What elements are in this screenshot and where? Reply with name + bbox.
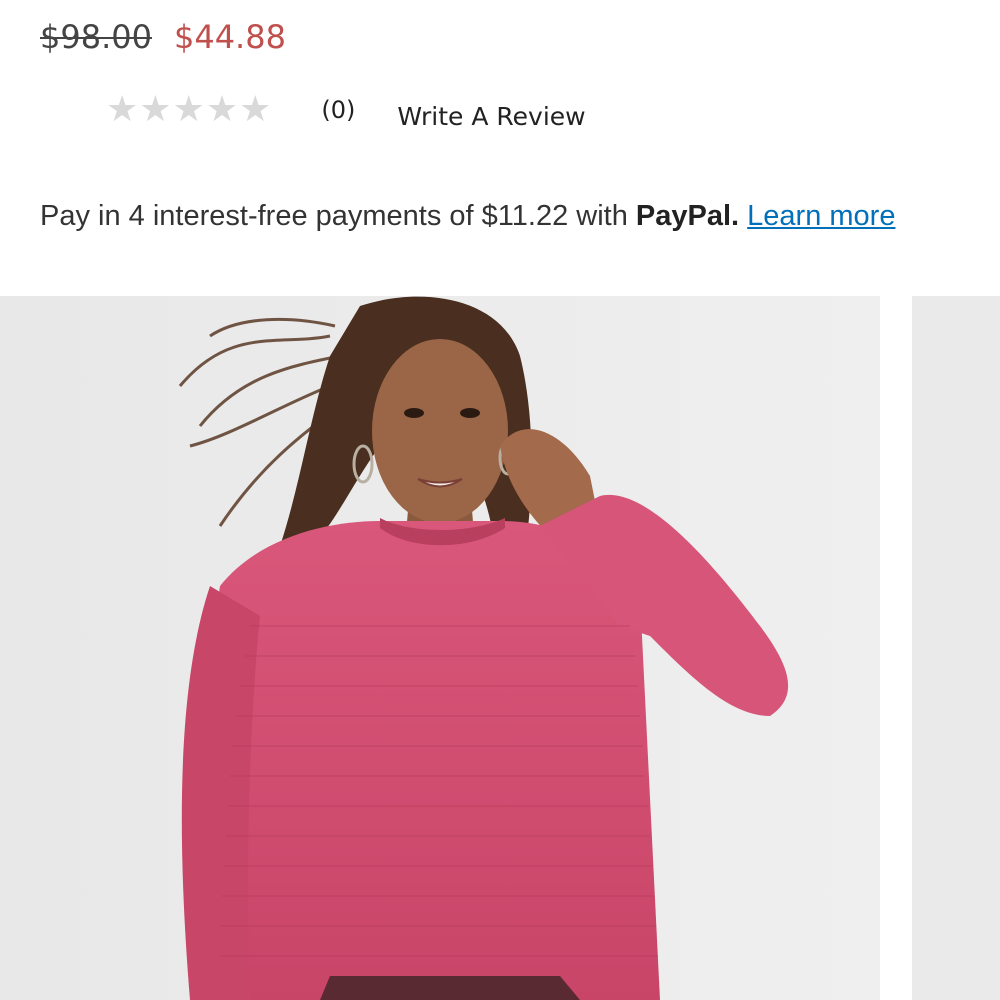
star-icon: ★ xyxy=(239,89,272,130)
model-photo xyxy=(0,296,880,1000)
paypal-message: Pay in 4 interest-free payments of $11.2… xyxy=(40,200,895,233)
original-price: $98.00 xyxy=(40,18,152,56)
star-rating: ★ ★ ★ ★ ★ xyxy=(106,90,271,130)
star-icon: ★ xyxy=(172,89,205,130)
paypal-text: Pay in 4 interest-free payments of $11.2… xyxy=(40,200,628,232)
skirt xyxy=(320,976,580,1000)
eye xyxy=(404,408,424,418)
sweater xyxy=(190,521,660,1000)
price-row: $98.00 $44.88 xyxy=(40,18,286,56)
product-image-main[interactable] xyxy=(0,296,880,1000)
rating-row: ★ ★ ★ ★ ★ (0) Write A Review xyxy=(106,90,586,131)
face xyxy=(372,339,508,523)
product-image-next[interactable] xyxy=(912,296,1000,1000)
learn-more-link[interactable]: Learn more xyxy=(747,200,895,232)
star-icon: ★ xyxy=(139,89,172,130)
review-count: (0) xyxy=(321,96,356,124)
star-icon: ★ xyxy=(106,89,139,130)
write-review-link[interactable]: Write A Review xyxy=(397,102,585,131)
eye xyxy=(460,408,480,418)
paypal-brand: PayPal. xyxy=(635,200,740,232)
product-gallery xyxy=(0,296,1000,1000)
sale-price: $44.88 xyxy=(173,18,286,56)
star-icon: ★ xyxy=(205,89,239,130)
